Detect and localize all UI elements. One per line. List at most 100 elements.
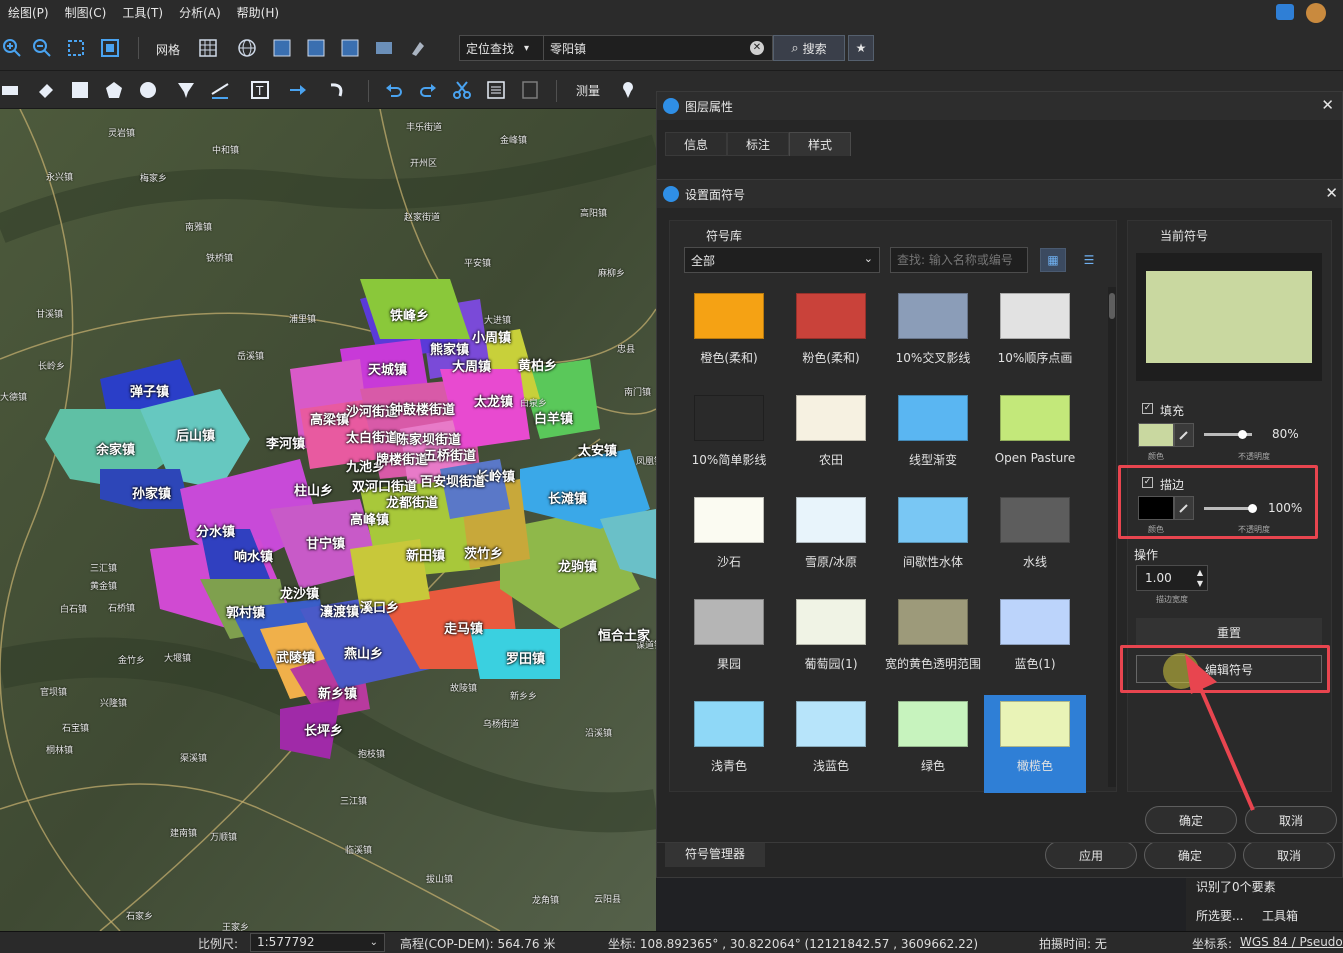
place-label: 灵岩镇 — [108, 129, 136, 139]
place-label: 石宝镇 — [62, 724, 90, 734]
menu-tools[interactable]: 工具(T) — [114, 4, 171, 21]
line-style-icon[interactable] — [208, 78, 232, 102]
symbol-cell[interactable]: 线型渐变 — [882, 389, 984, 491]
close-icon[interactable]: ✕ — [1321, 96, 1334, 114]
eyedropper-icon[interactable] — [1174, 423, 1194, 447]
place-label: 乌杨街道 — [483, 720, 520, 730]
pin-icon[interactable] — [616, 78, 640, 102]
fill-opacity-handle[interactable] — [1238, 430, 1248, 439]
km-grid-icon[interactable] — [270, 36, 294, 60]
fill-color-swatch[interactable] — [1138, 423, 1174, 447]
apply-button[interactable]: 应用 — [1045, 841, 1137, 869]
arrow-icon[interactable] — [286, 78, 310, 102]
menu-draw[interactable]: 绘图(P) — [0, 4, 57, 21]
layer-ok-button[interactable]: 确定 — [1144, 841, 1236, 869]
fill-checkbox[interactable]: ✓ — [1142, 403, 1153, 414]
list-view-icon[interactable]: ☰ — [1076, 248, 1102, 272]
full-extent-icon[interactable] — [98, 36, 122, 60]
globe-grid-icon[interactable] — [235, 36, 259, 60]
symbol-cell[interactable]: 橙色(柔和) — [678, 287, 780, 389]
polygon-icon[interactable] — [102, 78, 126, 102]
text-icon[interactable]: T — [248, 78, 272, 102]
funnel-icon[interactable] — [174, 78, 198, 102]
eraser-icon[interactable] — [34, 78, 58, 102]
curve-arrow-icon[interactable] — [326, 78, 350, 102]
symbol-cell[interactable]: 浅青色 — [678, 695, 780, 793]
symbol-scrollbar[interactable] — [1108, 287, 1116, 787]
close-icon[interactable]: ✕ — [1325, 184, 1338, 202]
zoom-extent-icon[interactable] — [64, 36, 88, 60]
favorite-star-icon[interactable]: ★ — [848, 35, 874, 61]
image-icon[interactable] — [372, 36, 396, 60]
symbol-cell[interactable]: 浅蓝色 — [780, 695, 882, 793]
tab-style[interactable]: 样式 — [789, 132, 851, 156]
symbol-cell[interactable]: 粉色(柔和) — [780, 287, 882, 389]
search-mode-select[interactable]: 定位查找 ▾ — [459, 35, 543, 61]
symbol-cell[interactable]: 蓝色(1) — [984, 593, 1086, 695]
stepper-arrows-icon[interactable]: ▲ ▼ — [1197, 567, 1203, 589]
symbol-cell[interactable]: 水线 — [984, 491, 1086, 593]
symbol-cell[interactable]: Open Pasture — [984, 389, 1086, 491]
symbol-cell[interactable]: 葡萄园(1) — [780, 593, 882, 695]
menu-cartography[interactable]: 制图(C) — [57, 4, 115, 21]
tab-info[interactable]: 信息 — [665, 132, 727, 156]
list-icon[interactable] — [484, 78, 508, 102]
search-input[interactable]: 零阳镇 ✕ — [543, 35, 773, 61]
symbol-cell[interactable]: 绿色 — [882, 695, 984, 793]
utm-grid-icon[interactable] — [338, 36, 362, 60]
zoom-in-icon[interactable] — [0, 36, 24, 60]
symbol-cell[interactable]: 果园 — [678, 593, 780, 695]
table-icon[interactable] — [518, 78, 542, 102]
clear-search-icon[interactable]: ✕ — [750, 41, 764, 55]
symbol-cell[interactable]: 雪原/冰原 — [780, 491, 882, 593]
rect-select-icon[interactable] — [0, 78, 24, 102]
clear-icon[interactable] — [406, 36, 430, 60]
scissors-icon[interactable] — [450, 78, 474, 102]
mgrs-grid-icon[interactable] — [304, 36, 328, 60]
reset-button[interactable]: 重置 — [1136, 618, 1322, 646]
library-select[interactable]: 全部 ⌄ — [684, 247, 880, 273]
measure-label[interactable]: 测量 — [576, 82, 600, 99]
undo-icon[interactable] — [382, 78, 406, 102]
menu-analysis[interactable]: 分析(A) — [171, 4, 229, 21]
search-input-value: 零阳镇 — [550, 41, 587, 56]
map-view[interactable]: 灵岩镇 中和镇 永兴镇 梅家乡 南雅镇 铁桥镇 甘溪镇 长岭乡 大德镇 丰乐街道 开州区 赵家街道 平安… — [0, 109, 656, 931]
symbol-search-input[interactable] — [890, 247, 1028, 273]
symbol-cell[interactable]: 宽的黄色透明范围 — [882, 593, 984, 695]
search-button[interactable]: ⌕ 搜索 — [773, 35, 845, 61]
search-mode-value: 定位查找 — [466, 41, 515, 56]
layer-cancel-button[interactable]: 取消 — [1243, 841, 1335, 869]
stroke-width-stepper[interactable]: 1.00 ▲ ▼ — [1136, 565, 1208, 591]
zoom-out-icon[interactable] — [30, 36, 54, 60]
grid-view-icon[interactable]: ▦ — [1040, 248, 1066, 272]
menu-help[interactable]: 帮助(H) — [229, 4, 287, 21]
symbol-cell[interactable]: 10%简单影线 — [678, 389, 780, 491]
grid-label[interactable]: 网格 — [156, 41, 180, 58]
symbol-cell[interactable]: 10%顺序点画 — [984, 287, 1086, 389]
chat-icon[interactable] — [1276, 4, 1294, 20]
symbol-cell[interactable]: 10%交叉影线 — [882, 287, 984, 389]
redo-icon[interactable] — [416, 78, 440, 102]
symbol-cell[interactable]: 农田 — [780, 389, 882, 491]
symbol-cell[interactable]: 橄榄色 — [984, 695, 1086, 793]
symbol-name: 粉色(柔和) — [802, 351, 860, 365]
symbol-manager-button[interactable]: 符号管理器 — [665, 839, 765, 867]
toolbox-tab[interactable]: 工具箱 — [1262, 907, 1298, 924]
place-label: 临溪镇 — [345, 846, 373, 856]
fill-opacity-slider[interactable] — [1204, 430, 1252, 439]
rectangle-icon[interactable] — [68, 78, 92, 102]
elevation-readout: 高程(COP-DEM): 564.76 米 — [400, 937, 556, 951]
symbol-name: 雪原/冰原 — [804, 555, 858, 569]
grid-icon[interactable] — [196, 36, 220, 60]
avatar[interactable] — [1306, 3, 1326, 23]
scrollbar-thumb[interactable] — [1109, 293, 1115, 319]
symbol-cell[interactable]: 沙石 — [678, 491, 780, 593]
symbol-name: 橄榄色 — [1016, 759, 1053, 773]
circle-icon[interactable] — [136, 78, 160, 102]
tab-label[interactable]: 标注 — [727, 132, 789, 156]
crs-value[interactable]: WGS 84 / Pseudo- — [1240, 935, 1343, 949]
symbol-cell[interactable]: 间歇性水体 — [882, 491, 984, 593]
coordinate-readout: 坐标: 108.892365° , 30.822064° (12121842.5… — [608, 937, 979, 951]
selected-features-tab[interactable]: 所选要... — [1196, 907, 1243, 924]
scale-select[interactable]: 1:577792 ⌄ — [250, 933, 385, 952]
